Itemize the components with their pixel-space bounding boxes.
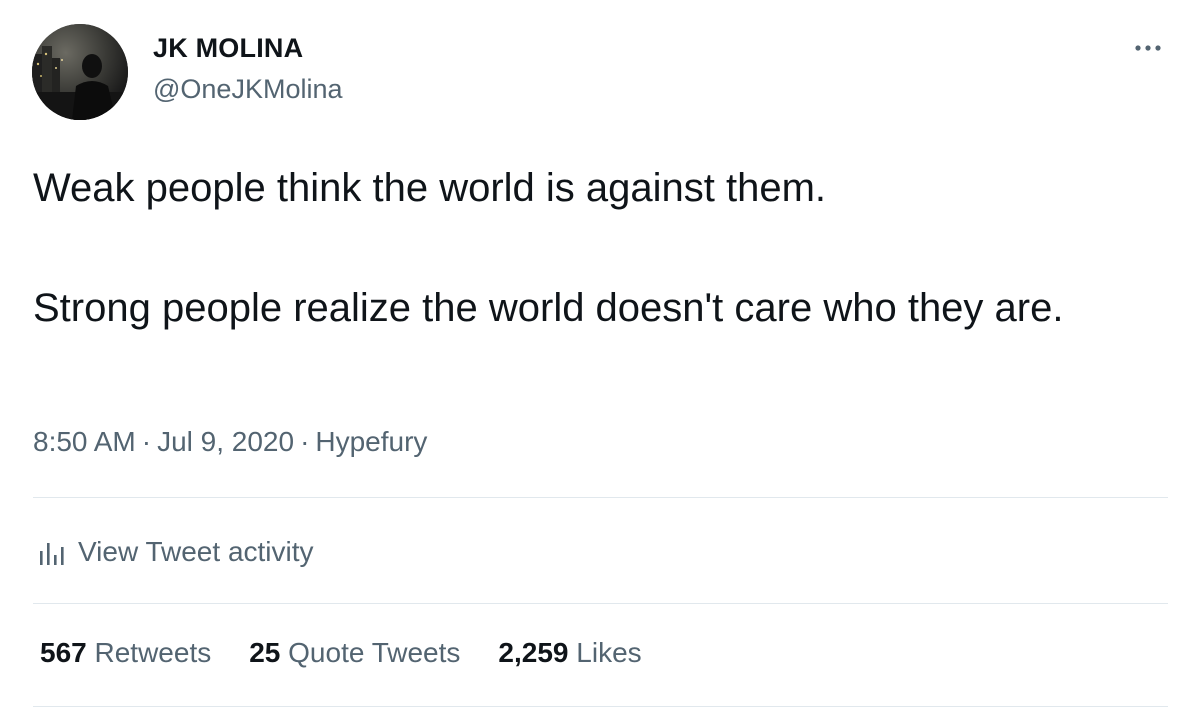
quote-tweets-label: Quote Tweets [288,637,461,668]
retweets-count: 567 [40,637,87,668]
bar-chart-icon [40,543,64,565]
avatar[interactable] [32,24,128,120]
avatar-image [32,24,128,120]
separator: · [300,426,310,457]
more-dots-icon[interactable] [1130,36,1170,60]
tweet-paragraph: Weak people think the world is against t… [33,166,827,210]
tweet-body: Weak people think the world is against t… [33,158,1143,338]
retweets-label: Retweets [94,637,212,668]
likes-label: Likes [576,637,642,668]
quote-tweets-count: 25 [249,637,281,668]
quote-tweets-stat[interactable]: 25 Quote Tweets [249,637,460,669]
engagement-stats: 567 Retweets 25 Quote Tweets 2,259 Likes [40,637,680,669]
author-handle[interactable]: @OneJKMolina [153,74,343,105]
view-tweet-activity-button[interactable]: View Tweet activity [38,532,314,572]
tweet-time[interactable]: 8:50 AM [33,426,136,457]
tweet-card: JK MOLINA @OneJKMolina Weak people think… [0,0,1200,709]
retweets-stat[interactable]: 567 Retweets [40,637,211,669]
separator: · [141,426,152,457]
tweet-metadata: 8:50 AM · Jul 9, 2020 · Hypefury [33,426,427,458]
tweet-paragraph: Strong people realize the world doesn't … [33,286,1064,330]
divider [33,706,1168,707]
divider [33,497,1168,498]
tweet-date[interactable]: Jul 9, 2020 [157,426,294,457]
author-display-name[interactable]: JK MOLINA [153,33,303,64]
divider [33,603,1168,604]
tweet-source[interactable]: Hypefury [315,426,427,457]
view-tweet-activity-label: View Tweet activity [78,536,314,567]
likes-stat[interactable]: 2,259 Likes [498,637,641,669]
likes-count: 2,259 [498,637,569,668]
